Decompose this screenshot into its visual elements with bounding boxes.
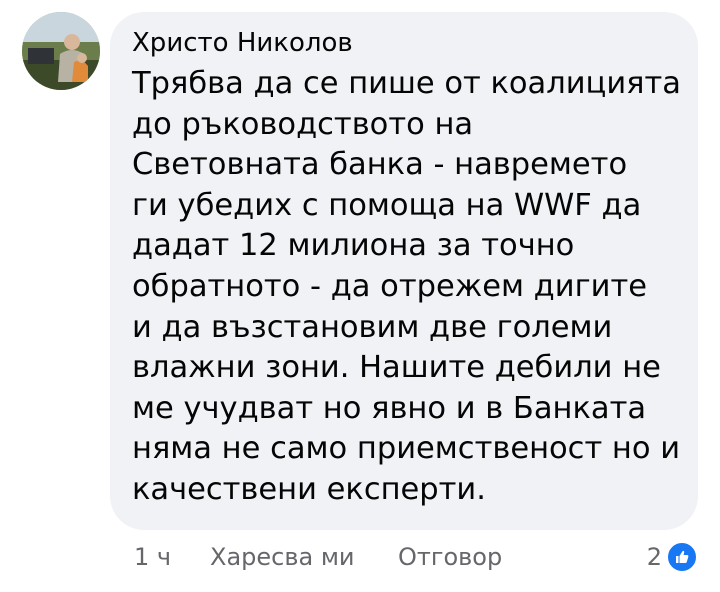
comment-line: дадат 12 милиона за точно xyxy=(132,228,575,264)
comment-thread: Христо Николов Трябва да се пише от коал… xyxy=(0,0,720,592)
comment-line: няма не само приемственост но и xyxy=(132,431,681,467)
comment-author[interactable]: Христо Николов xyxy=(132,26,678,60)
avatar-photo xyxy=(22,12,100,90)
reply-button[interactable]: Отговор xyxy=(398,543,502,571)
avatar[interactable] xyxy=(22,12,100,90)
reaction-summary[interactable]: 2 xyxy=(647,540,698,574)
like-button[interactable]: Харесва ми xyxy=(210,543,398,571)
comment-timestamp[interactable]: 1 ч xyxy=(134,543,210,571)
comment-line: обратното - да отрежем дигите xyxy=(132,268,647,304)
comment-line: и да възстановим две големи xyxy=(132,309,613,345)
comment-line: до ръководството на xyxy=(132,106,474,142)
comment-line: влажни зони. Нашите дебили не xyxy=(132,350,661,386)
comment-line: ги убедих с помоща на WWF да xyxy=(132,187,642,223)
comment-line: качествени експерти. xyxy=(132,471,486,507)
comment-line: Световната банка - навремето xyxy=(132,147,628,183)
comment-bubble: Христо Николов Трябва да се пише от коал… xyxy=(110,12,698,530)
reaction-count: 2 xyxy=(646,543,662,571)
comment-line: Трябва да се пише от коалицията xyxy=(132,66,681,101)
comment-line: ме учудват но явно и в Банката xyxy=(132,390,647,426)
comment-text: Трябва да се пише от коалицията до ръков… xyxy=(132,64,681,511)
thumbs-up-icon xyxy=(666,541,698,573)
comment-actions: 1 ч Харесва ми Отговор xyxy=(134,540,502,574)
